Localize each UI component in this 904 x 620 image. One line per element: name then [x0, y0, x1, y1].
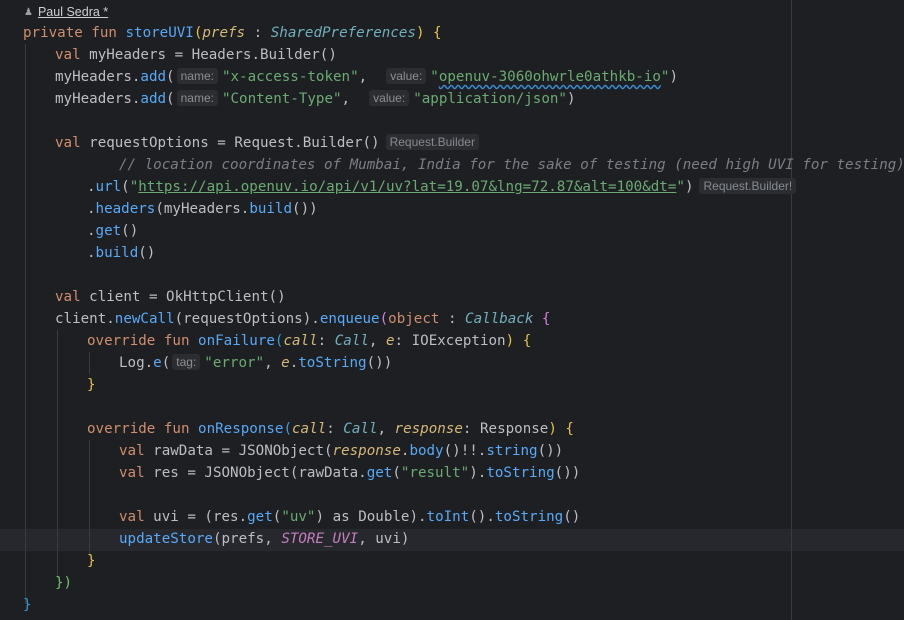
code-line: .headers(myHeaders.build()) — [87, 201, 318, 217]
code-line: updateStore(prefs, STORE_UVI, uvi) — [119, 531, 410, 547]
api-url-link[interactable]: https://api.openuv.io/api/v1/uv?lat=19.0… — [138, 179, 676, 195]
typo-highlight[interactable]: openuv-3060ohwrle0athkb-io — [439, 69, 661, 85]
type-inlay-hint: Request.Builder! — [699, 178, 797, 194]
indent-guide — [25, 44, 26, 604]
indent-guide — [89, 352, 90, 374]
code-line: val rawData = JSONObject(response.body()… — [119, 443, 564, 459]
code-line: .get() — [87, 223, 139, 239]
parameter-hint: tag: — [172, 354, 201, 370]
code-line: client.newCall(requestOptions).enqueue(o… — [55, 311, 551, 327]
parameter-hint: value: — [386, 68, 427, 84]
code-line: private fun storeUVI(prefs : SharedPrefe… — [23, 25, 442, 41]
right-margin-guide — [791, 0, 792, 620]
code-line: val myHeaders = Headers.Builder() — [55, 47, 337, 63]
code-author-hint[interactable]: ♟ Paul Sedra * — [24, 3, 108, 21]
code-line: Log.e(tag: "error", e.toString()) — [119, 354, 393, 371]
indent-guide — [57, 330, 58, 578]
code-line: val client = OkHttpClient() — [55, 289, 286, 305]
code-line: .build() — [87, 245, 156, 261]
code-line: .url("https://api.openuv.io/api/v1/uv?la… — [87, 176, 797, 198]
code-line: override fun onResponse(call: Call, resp… — [87, 421, 574, 437]
code-line: myHeaders.add(name: "Content-Type", value… — [55, 90, 576, 107]
code-line: val uvi = (res.get("uv") as Double).toIn… — [119, 509, 581, 525]
type-inlay-hint: Request.Builder — [385, 134, 479, 150]
parameter-hint: name: — [176, 68, 218, 84]
code-line: } — [87, 377, 96, 393]
code-line: override fun onFailure(call: Call, e: IO… — [87, 333, 532, 349]
parameter-hint: name: — [176, 90, 218, 106]
code-line: }) — [55, 575, 73, 591]
code-line: } — [23, 597, 32, 613]
code-line: myHeaders.add(name: "x-access-token", val… — [55, 68, 679, 85]
user-icon: ♟ — [24, 6, 33, 18]
code-line: val requestOptions = Request.Builder() Re… — [55, 132, 479, 154]
code-comment: // location coordinates of Mumbai, India… — [119, 157, 904, 173]
indent-guide — [89, 440, 90, 556]
code-line: val res = JSONObject(rawData.get("result… — [119, 465, 581, 481]
code-line: } — [87, 553, 96, 569]
author-name[interactable]: Paul Sedra * — [38, 5, 108, 19]
parameter-hint: value: — [369, 90, 410, 106]
